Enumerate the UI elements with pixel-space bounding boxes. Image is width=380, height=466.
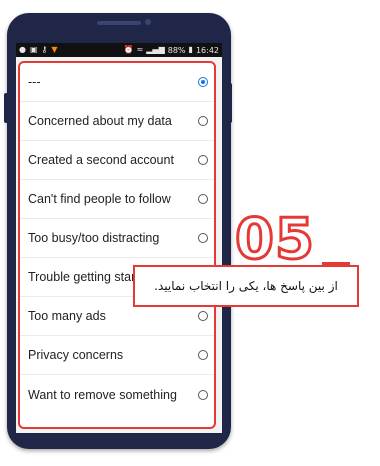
- phone-screen: ● ▣ ⚷ ▼ ⏰ ≈ ▂▄▆ 88% ▮ 16:42 --- Concerne…: [16, 43, 222, 433]
- volume-button: [4, 93, 8, 123]
- option-label: Want to remove something: [28, 387, 177, 402]
- radio-button[interactable]: [198, 116, 208, 126]
- option-row[interactable]: Created a second account: [20, 141, 214, 180]
- step-number: 05: [234, 207, 316, 272]
- radio-button[interactable]: [198, 350, 208, 360]
- option-row[interactable]: Concerned about my data: [20, 102, 214, 141]
- option-row[interactable]: Privacy concerns: [20, 336, 214, 375]
- option-row[interactable]: ---: [20, 63, 214, 102]
- key-icon: ⚷: [41, 45, 48, 54]
- option-label: Privacy concerns: [28, 348, 124, 362]
- battery-icon: ▮: [188, 45, 193, 54]
- wifi-signal-icon: ≈: [136, 45, 144, 54]
- battery-percent: 88%: [167, 45, 186, 55]
- speaker-grille: [97, 21, 141, 25]
- option-row[interactable]: Too busy/too distracting: [20, 219, 214, 258]
- instruction-text: از بین پاسخ ها، یکی را انتخاب نمایید.: [154, 279, 338, 293]
- status-bar: ● ▣ ⚷ ▼ ⏰ ≈ ▂▄▆ 88% ▮ 16:42: [16, 43, 222, 57]
- option-label: Created a second account: [28, 153, 174, 167]
- option-label: Can't find people to follow: [28, 192, 171, 206]
- option-row[interactable]: Want to remove something: [20, 375, 214, 414]
- power-button: [228, 83, 232, 123]
- front-camera: [145, 19, 151, 25]
- radio-button-selected[interactable]: [198, 77, 208, 87]
- reason-dialog: --- Concerned about my data Created a se…: [18, 61, 216, 429]
- clock: 16:42: [195, 45, 219, 55]
- wifi-icon: ▼: [51, 45, 58, 54]
- notification-icon: ●: [19, 45, 26, 54]
- option-label: ---: [28, 75, 41, 89]
- instruction-callout: از بین پاسخ ها، یکی را انتخاب نمایید.: [133, 265, 359, 307]
- radio-button[interactable]: [198, 194, 208, 204]
- radio-button[interactable]: [198, 389, 208, 400]
- alarm-icon: ⏰: [123, 45, 134, 54]
- option-row[interactable]: Can't find people to follow: [20, 180, 214, 219]
- option-label: Too busy/too distracting: [28, 231, 160, 245]
- image-icon: ▣: [29, 45, 38, 54]
- radio-button[interactable]: [198, 155, 208, 165]
- signal-icon: ▂▄▆: [146, 45, 165, 54]
- phone-frame: ● ▣ ⚷ ▼ ⏰ ≈ ▂▄▆ 88% ▮ 16:42 --- Concerne…: [4, 13, 232, 449]
- option-label: Too many ads: [28, 309, 106, 323]
- radio-button[interactable]: [198, 311, 208, 321]
- option-label: Concerned about my data: [28, 114, 172, 128]
- radio-button[interactable]: [198, 233, 208, 243]
